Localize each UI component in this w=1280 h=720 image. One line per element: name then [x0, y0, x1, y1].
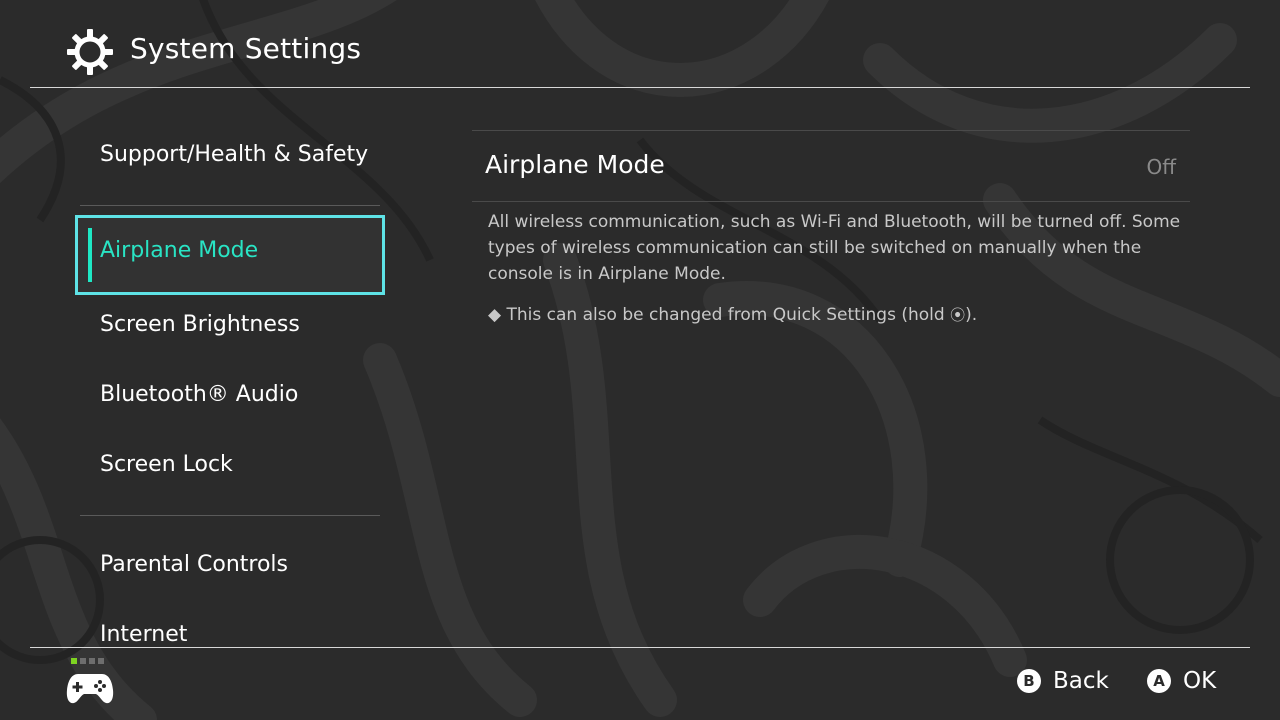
gear-icon [67, 29, 113, 75]
note-text-end: ). [965, 305, 978, 325]
page-title: System Settings [130, 32, 362, 65]
note-text: ◆ This can also be changed from Quick Se… [488, 305, 951, 325]
sidebar-divider [80, 515, 380, 516]
sidebar-item-label: Airplane Mode [100, 238, 259, 263]
detail-divider [472, 201, 1190, 202]
setting-description: All wireless communication, such as Wi-F… [488, 212, 1181, 284]
footer-divider [30, 647, 1250, 648]
page-dot-active [71, 658, 77, 664]
page-dot [80, 658, 86, 664]
ok-button[interactable]: A OK [1147, 668, 1216, 694]
page-dot [89, 658, 95, 664]
back-button[interactable]: B Back [1017, 668, 1109, 694]
detail-divider [472, 130, 1190, 131]
sidebar-item-airplane-mode[interactable]: Airplane Mode [75, 215, 385, 295]
sidebar-divider [80, 205, 380, 206]
airplane-mode-value: Off [1146, 155, 1176, 179]
sidebar-item-internet[interactable]: Internet [100, 622, 187, 647]
header-divider [30, 87, 1250, 88]
sidebar-item-support[interactable]: Support/Health & Safety [100, 142, 368, 167]
back-label: Back [1053, 668, 1109, 694]
sidebar-item-screen-lock[interactable]: Screen Lock [100, 452, 233, 477]
page-indicator [71, 658, 104, 664]
sidebar-item-parental-controls[interactable]: Parental Controls [100, 552, 288, 577]
airplane-mode-setting[interactable]: Airplane Mode [485, 150, 665, 179]
selection-indicator [88, 228, 92, 282]
ok-label: OK [1183, 668, 1217, 694]
b-button-icon: B [1017, 669, 1041, 693]
sidebar-item-screen-brightness[interactable]: Screen Brightness [100, 312, 300, 337]
page-dot [98, 658, 104, 664]
sidebar-item-bluetooth-audio[interactable]: Bluetooth® Audio [100, 382, 298, 407]
background-pattern [0, 0, 1280, 720]
home-button-icon: ⦿ [950, 306, 966, 324]
controller-icon [66, 674, 114, 704]
quick-settings-note: ◆ This can also be changed from Quick Se… [488, 304, 977, 325]
a-button-icon: A [1147, 669, 1171, 693]
